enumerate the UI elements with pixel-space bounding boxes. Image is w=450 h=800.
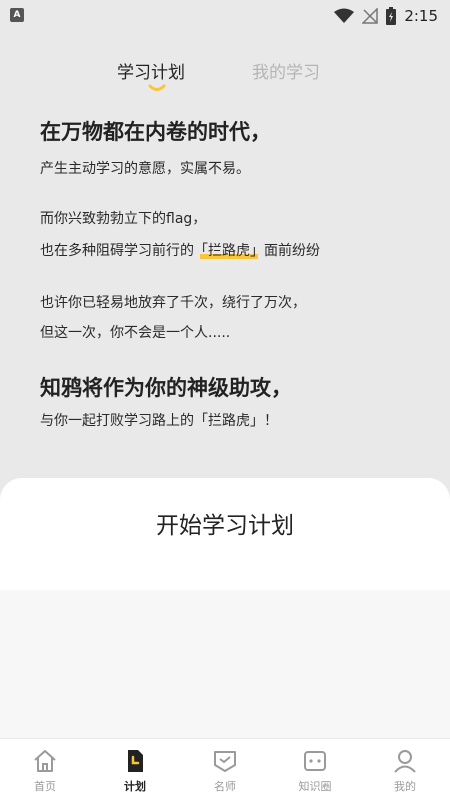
sheet-lower-area: [0, 590, 450, 738]
intro-line-2: 而你兴致勃勃立下的flag，: [40, 211, 207, 227]
intro-line-3: 也在多种阻碍学习前行的「拦路虎」面前纷纷: [40, 240, 320, 260]
intro-line-3-pre: 也在多种阻碍学习前行的: [40, 243, 194, 259]
nav-label-knowledge-circle: 知识圈: [298, 780, 332, 793]
nav-label-teacher: 名师: [214, 780, 236, 793]
nav-label-profile: 我的: [394, 780, 416, 793]
intro-line-5: 但这一次，你不会是一个人.....: [40, 325, 231, 341]
intro-line-3-post: 面前纷纷: [264, 243, 320, 259]
nav-item-home[interactable]: 首页: [0, 739, 90, 800]
status-indicators: 2:15: [334, 5, 438, 27]
active-tab-indicator: [148, 84, 166, 91]
intro-line-1: 产生主动学习的意愿，实属不易。: [40, 161, 250, 177]
intro-line-4: 也许你已轻易地放弃了千次，绕行了万次，: [40, 295, 306, 311]
profile-icon: [391, 747, 419, 775]
app-notification-icon: A: [10, 8, 24, 22]
top-tabs: 学习计划 我的学习: [0, 58, 450, 98]
tab-my-study[interactable]: 我的学习: [252, 58, 320, 83]
highlight-roadblock: 「拦路虎」: [194, 240, 264, 260]
bottom-sheet: 开始学习计划: [0, 478, 450, 738]
bottom-nav: 首页 计划 名师 知识圈 我的: [0, 738, 450, 800]
status-time: 2:15: [404, 7, 438, 25]
nav-label-plan: 计划: [124, 780, 146, 793]
nav-item-knowledge-circle[interactable]: 知识圈: [270, 739, 360, 800]
nav-item-teacher[interactable]: 名师: [180, 739, 270, 800]
status-bar: A 2:15: [0, 0, 450, 32]
teacher-icon: [211, 747, 239, 775]
tab-study-plan[interactable]: 学习计划: [117, 58, 185, 83]
wifi-icon: [334, 8, 355, 23]
home-icon: [31, 747, 59, 775]
knowledge-circle-icon: [301, 747, 329, 775]
plan-icon: [121, 747, 149, 775]
nav-label-home: 首页: [34, 780, 56, 793]
nav-item-profile[interactable]: 我的: [360, 739, 450, 800]
nav-item-plan[interactable]: 计划: [90, 739, 180, 800]
no-signal-icon: [362, 8, 379, 24]
intro-headline-2: 知鸦将作为你的神级助攻，: [40, 376, 292, 400]
intro-headline-1: 在万物都在内卷的时代，: [40, 120, 271, 144]
battery-charging-icon: [386, 7, 397, 25]
start-study-plan-button[interactable]: 开始学习计划: [0, 506, 450, 540]
intro-line-6: 与你一起打败学习路上的「拦路虎」！: [40, 413, 278, 429]
